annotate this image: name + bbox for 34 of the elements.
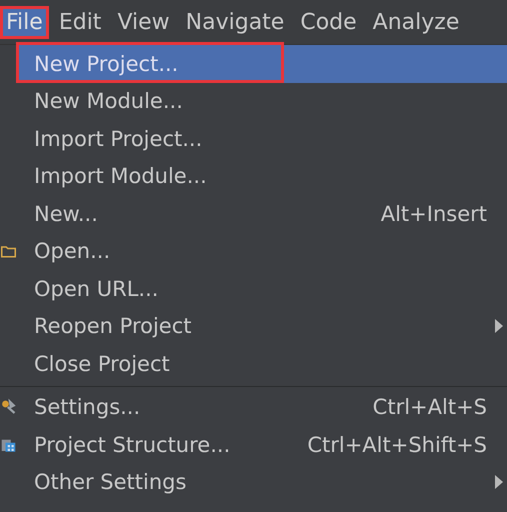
- shortcut-label: Ctrl+Alt+S: [372, 395, 487, 420]
- menu-item[interactable]: Reopen Project: [16, 308, 507, 345]
- menu-bar-item[interactable]: File: [0, 6, 49, 38]
- shortcut-label: Alt+Insert: [380, 202, 487, 226]
- menu-bar-item[interactable]: Code: [294, 6, 363, 38]
- shortcut-label: Ctrl+Alt+Shift+S: [307, 432, 487, 457]
- menu-item-label: Reopen Project: [34, 314, 192, 338]
- folder-icon: [1, 244, 16, 259]
- menu-item[interactable]: Close Project: [16, 345, 507, 382]
- menu-item[interactable]: Import Module...: [16, 158, 507, 195]
- menu-item-label: New...: [34, 202, 98, 226]
- menu-bar-item[interactable]: Edit: [52, 6, 108, 38]
- menu-item-label: New Project...: [34, 52, 178, 76]
- menu-item-label: Import Module...: [34, 164, 207, 188]
- menu-item[interactable]: New Module...: [16, 82, 507, 120]
- menu-bar-item[interactable]: View: [111, 6, 176, 38]
- menu-item-label: Project Structure...: [34, 432, 230, 457]
- menu-bar-item[interactable]: Analyze: [366, 6, 466, 38]
- menu-item-label: Import Project...: [34, 126, 202, 151]
- menu-item[interactable]: New Project...: [16, 45, 507, 82]
- menu-item[interactable]: Project Structure... Ctrl+Alt+Shift+S: [16, 426, 507, 464]
- menu-item[interactable]: Open...: [16, 232, 507, 270]
- menu-item-label: Settings...: [34, 395, 140, 420]
- menu-item-label: New Module...: [34, 89, 183, 114]
- menu-item[interactable]: New... Alt+Insert: [16, 195, 507, 232]
- menu-item-label: Close Project: [34, 352, 170, 376]
- menu-item-label: Open URL...: [34, 276, 158, 301]
- menu-item[interactable]: Open URL...: [16, 270, 507, 308]
- menu-item[interactable]: Import Project...: [16, 120, 507, 158]
- menu-item-label: Open...: [34, 239, 110, 264]
- menu-item[interactable]: Other Settings: [16, 464, 507, 501]
- menu-item-label: Other Settings: [34, 470, 186, 494]
- menu-item[interactable]: Settings... Ctrl+Alt+S: [16, 388, 507, 426]
- menu-bar-item[interactable]: Navigate: [180, 6, 290, 38]
